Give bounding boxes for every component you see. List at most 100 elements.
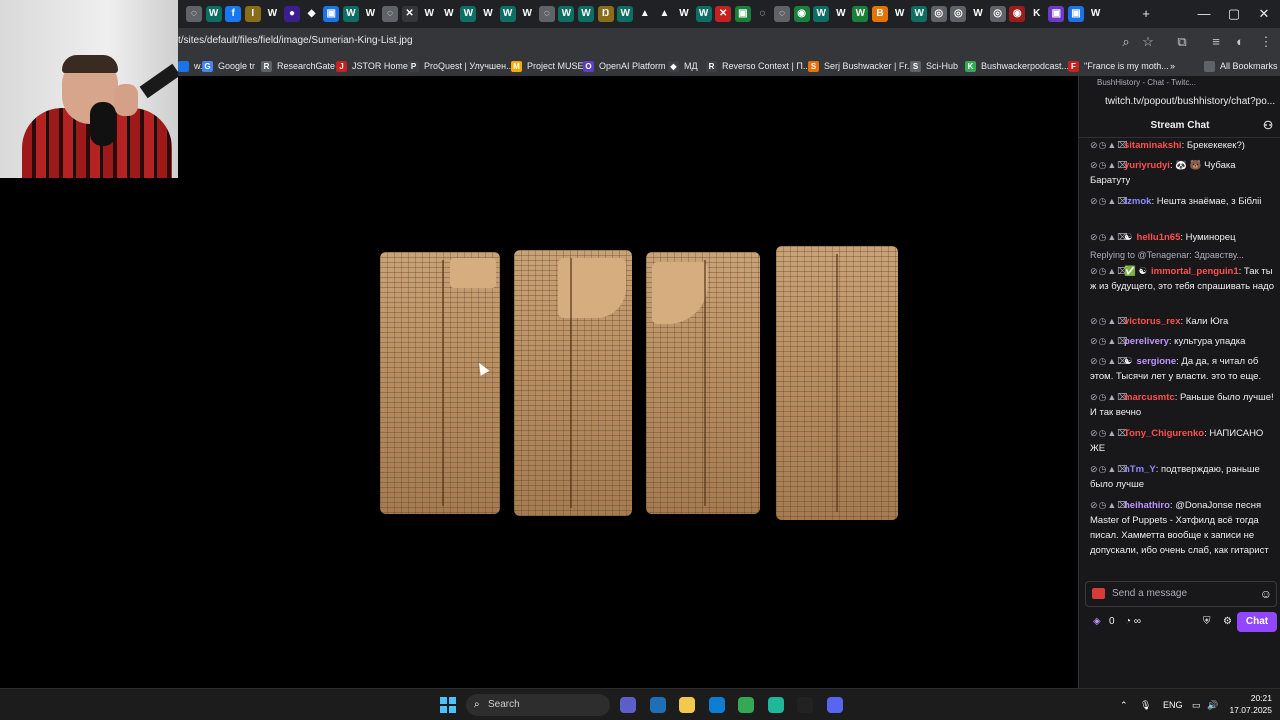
all-bookmarks-button[interactable]: All Bookmarks (1204, 59, 1278, 73)
chat-username[interactable]: nTm_Y (1124, 464, 1156, 475)
browser-tab[interactable]: I (244, 6, 261, 22)
tray-overflow-icon[interactable]: ⌃ (1120, 698, 1128, 712)
browser-tab[interactable]: ✕ (401, 6, 418, 22)
profile-icon[interactable]: ◐ (1232, 34, 1248, 50)
browser-tab[interactable]: W (813, 6, 830, 22)
microphone-icon[interactable]: 🎙 (1140, 698, 1151, 712)
bookmark-item[interactable]: ◆ МД (668, 59, 698, 73)
browser-tab[interactable]: W (695, 6, 712, 22)
chat-popout-url[interactable]: twitch.tv/popout/bushhistory/chat?po... (1079, 92, 1280, 112)
minimize-button[interactable]: — (1194, 6, 1214, 22)
channel-points-icon[interactable]: ◈ (1093, 616, 1101, 628)
browser-tab[interactable]: ◌ (754, 6, 771, 22)
chat-username[interactable]: immortal_penguin1 (1151, 266, 1239, 277)
bookmark-item[interactable]: S Serj Bushwacker | Fr... (808, 59, 914, 73)
browser-tab[interactable]: W (832, 6, 849, 22)
chat-username[interactable]: yuriyrudyi (1124, 160, 1170, 171)
shield-icon[interactable]: ⛨ (1203, 616, 1211, 628)
browser-tab[interactable]: ▣ (1048, 6, 1065, 22)
emote-picker-icon[interactable]: ☺ (1260, 587, 1272, 601)
address-bar[interactable]: t/sites/default/files/field/image/Sumeri… (178, 35, 413, 46)
browser-tab[interactable]: ● (284, 6, 300, 22)
browser-tab[interactable]: ◎ (930, 6, 947, 22)
browser-tab[interactable]: W (480, 6, 496, 22)
chat-username[interactable]: marcusmtc (1124, 392, 1175, 403)
bookmark-item[interactable]: R ResearchGate (261, 59, 335, 73)
taskbar-app-icon[interactable] (679, 697, 695, 713)
maximize-button[interactable]: ▢ (1224, 6, 1244, 22)
browser-tab[interactable]: W (460, 6, 477, 22)
chat-username[interactable]: victorus_rex (1124, 316, 1181, 327)
tab-search-icon[interactable]: ≡ (1208, 34, 1224, 50)
extensions-icon[interactable]: ⧉ (1174, 34, 1190, 50)
browser-tab[interactable]: W (578, 6, 594, 22)
bookmark-item[interactable]: F "France is my moth... (1068, 59, 1169, 73)
browser-tab[interactable]: W (676, 6, 692, 22)
browser-tab[interactable]: W (891, 6, 908, 22)
settings-gear-icon[interactable]: ⚙ (1223, 616, 1232, 628)
browser-tab[interactable]: W (852, 6, 869, 22)
browser-tab[interactable]: ◎ (989, 6, 1006, 22)
bookmark-item[interactable]: O OpenAI Platform (583, 59, 666, 73)
taskbar-search[interactable]: ⌕ Search (466, 694, 610, 716)
system-clock[interactable]: 20:21 17.07.2025 (1228, 692, 1272, 716)
browser-tab[interactable]: ▣ (1068, 6, 1084, 22)
bookmark-item[interactable]: J JSTOR Home (336, 59, 408, 73)
browser-tab[interactable]: K (1028, 6, 1045, 22)
menu-icon[interactable]: ⋮ (1258, 34, 1274, 50)
mod-tools-icon[interactable]: ⊘◷▲⌧ (1090, 230, 1128, 245)
mod-tools-icon[interactable]: ⊘◷▲⌧ (1090, 426, 1128, 441)
chat-input[interactable]: Send a message ☺ (1085, 581, 1277, 607)
chat-username[interactable]: sergione (1137, 356, 1177, 367)
browser-tab[interactable]: ▣ (734, 6, 751, 22)
browser-tab[interactable]: W (342, 6, 359, 22)
chat-username[interactable]: heihathiro (1124, 500, 1170, 511)
browser-tab[interactable]: ◆ (303, 6, 320, 22)
mod-tools-icon[interactable]: ⊘◷▲⌧ (1090, 354, 1128, 369)
chat-username[interactable]: Tony_Chigurenko (1124, 428, 1204, 439)
browser-tab[interactable]: ◌ (186, 6, 202, 22)
browser-tab[interactable]: ✕ (715, 6, 732, 22)
taskbar-app-icon[interactable] (826, 697, 843, 713)
browser-tab[interactable]: W (362, 6, 379, 22)
chat-send-button[interactable]: Chat (1237, 612, 1277, 632)
close-window-button[interactable]: ✕ (1254, 6, 1274, 22)
browser-tab[interactable]: W (499, 6, 516, 22)
mod-tools-icon[interactable]: ⊘◷▲⌧ (1090, 462, 1128, 477)
language-indicator[interactable]: ENG (1163, 698, 1183, 712)
taskbar-app-icon[interactable] (708, 697, 725, 713)
mod-tools-icon[interactable]: ⊘◷▲⌧ (1090, 314, 1128, 329)
windows-start-icon[interactable] (440, 697, 456, 713)
taskbar-app-icon[interactable] (649, 697, 666, 713)
browser-tab[interactable]: Ŋ (597, 6, 614, 22)
browser-tab[interactable]: ◉ (1009, 6, 1026, 22)
browser-tab[interactable]: W (558, 6, 575, 22)
browser-tab[interactable]: ◌ (382, 6, 398, 22)
browser-tab[interactable]: ◉ (793, 6, 810, 22)
browser-tab[interactable]: W (205, 6, 222, 22)
bookmark-item[interactable]: P ProQuest | Улучшен... (408, 59, 514, 73)
predictions-icon[interactable]: ◔ ∞ (1125, 616, 1141, 628)
browser-tab[interactable]: W (970, 6, 986, 22)
browser-tab[interactable]: W (519, 6, 536, 22)
bookmark-item[interactable]: K Bushwackerpodcast... (965, 59, 1069, 73)
bookmark-star-icon[interactable]: ☆ (1140, 34, 1156, 50)
mod-tools-icon[interactable]: ⊘◷▲⌧ (1090, 264, 1128, 279)
taskbar-app-icon[interactable] (620, 697, 636, 713)
browser-tab[interactable]: f (225, 6, 242, 22)
taskbar-app-icon[interactable] (767, 697, 784, 713)
zoom-icon[interactable]: ⌕ (1118, 34, 1134, 50)
bookmark-item[interactable]: M Project MUSE (511, 59, 584, 73)
chat-username[interactable]: hellu1n65 (1137, 232, 1181, 243)
user-list-icon[interactable]: ⚇ (1263, 114, 1273, 138)
taskbar-app-icon[interactable] (738, 697, 754, 713)
mod-tools-icon[interactable]: ⊘◷▲⌧ (1090, 498, 1128, 513)
chat-username[interactable]: tzmok (1124, 196, 1151, 207)
chat-username[interactable]: sitaminakshi (1124, 140, 1182, 151)
browser-tab[interactable]: ◌ (538, 6, 555, 22)
browser-tab[interactable]: B (872, 6, 888, 22)
browser-tab[interactable]: W (911, 6, 928, 22)
browser-tab[interactable]: ◌ (774, 6, 790, 22)
browser-tab[interactable]: W (1087, 6, 1104, 22)
monitor-icon[interactable]: ▭ (1192, 698, 1201, 712)
